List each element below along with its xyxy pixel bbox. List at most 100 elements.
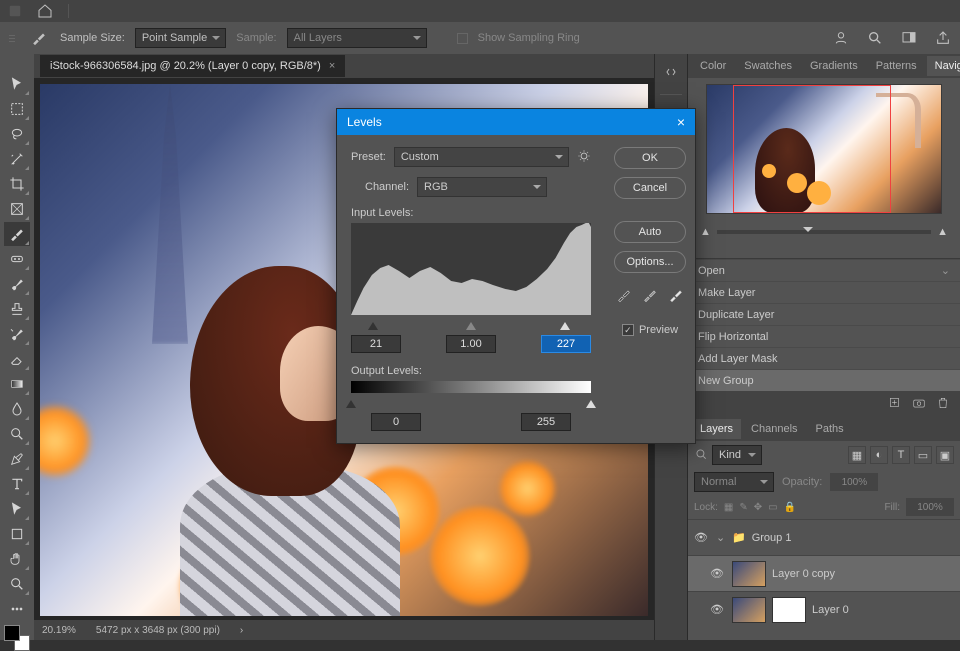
tab-patterns[interactable]: Patterns xyxy=(868,56,925,76)
mask-thumbnail[interactable] xyxy=(772,597,806,623)
lock-pos-icon[interactable]: ✥ xyxy=(754,502,762,513)
ok-button[interactable]: OK xyxy=(614,147,686,169)
tab-channels[interactable]: Channels xyxy=(743,419,805,439)
eraser-tool[interactable] xyxy=(4,347,30,371)
close-tab-icon[interactable]: × xyxy=(329,60,335,72)
input-black-field[interactable] xyxy=(351,335,401,353)
visibility-icon[interactable]: 👁 xyxy=(710,567,726,580)
output-gradient[interactable] xyxy=(351,381,591,393)
visibility-icon[interactable]: 👁 xyxy=(710,603,726,616)
share-icon[interactable] xyxy=(932,27,954,49)
search-icon[interactable] xyxy=(864,27,886,49)
hand-tool[interactable] xyxy=(4,547,30,571)
new-snapshot-icon[interactable] xyxy=(912,396,926,413)
preview-checkbox[interactable]: ✓Preview xyxy=(622,324,678,336)
type-tool[interactable] xyxy=(4,472,30,496)
zoom-tool[interactable] xyxy=(4,572,30,596)
layer-thumbnail[interactable] xyxy=(732,597,766,623)
preset-menu-icon[interactable] xyxy=(577,149,591,166)
black-point-eyedropper-icon[interactable] xyxy=(616,287,632,306)
frame-tool[interactable] xyxy=(4,197,30,221)
home-icon[interactable] xyxy=(34,0,56,22)
crop-tool[interactable] xyxy=(4,172,30,196)
input-sliders[interactable] xyxy=(351,317,591,329)
blend-mode-dropdown[interactable]: Normal xyxy=(694,472,774,492)
history-step[interactable]: Duplicate Layer xyxy=(688,303,960,325)
zoom-in-icon[interactable]: ▲ xyxy=(937,226,948,238)
layer-row[interactable]: 👁 Layer 0 copy xyxy=(688,555,960,591)
foreground-background-swatch[interactable] xyxy=(4,625,30,651)
layer-name[interactable]: Layer 0 xyxy=(812,604,849,616)
filter-smart-icon[interactable]: ▣ xyxy=(936,446,954,464)
layer-row[interactable]: 👁 Layer 0 xyxy=(688,591,960,627)
fill-input[interactable] xyxy=(906,498,954,516)
layer-thumbnail[interactable] xyxy=(732,561,766,587)
close-icon[interactable]: × xyxy=(677,114,685,130)
zoom-readout[interactable]: 20.19% xyxy=(42,625,76,636)
opacity-input[interactable] xyxy=(830,473,878,491)
cloud-docs-icon[interactable] xyxy=(830,27,852,49)
layer-row-group[interactable]: 👁 ⌄ 📁 Group 1 xyxy=(688,519,960,555)
output-white-field[interactable] xyxy=(521,413,571,431)
preset-dropdown[interactable]: Custom xyxy=(394,147,569,167)
history-step[interactable]: New Group xyxy=(688,369,960,391)
history-brush-tool[interactable] xyxy=(4,322,30,346)
layer-name[interactable]: Group 1 xyxy=(752,532,792,544)
history-step[interactable]: Add Layer Mask xyxy=(688,347,960,369)
layer-name[interactable]: Layer 0 copy xyxy=(772,568,835,580)
filter-pixel-icon[interactable]: ▦ xyxy=(848,446,866,464)
input-gamma-field[interactable] xyxy=(446,335,496,353)
lock-trans-icon[interactable]: ▦ xyxy=(724,502,733,513)
delete-state-icon[interactable] xyxy=(936,396,950,413)
channel-dropdown[interactable]: RGB xyxy=(417,177,547,197)
document-tab[interactable]: iStock-966306584.jpg @ 20.2% (Layer 0 co… xyxy=(40,55,345,77)
marquee-tool[interactable] xyxy=(4,97,30,121)
path-select-tool[interactable] xyxy=(4,497,30,521)
lasso-tool[interactable] xyxy=(4,122,30,146)
visibility-icon[interactable]: 👁 xyxy=(694,531,710,544)
tab-layers[interactable]: Layers xyxy=(692,419,741,439)
stamp-tool[interactable] xyxy=(4,297,30,321)
output-black-field[interactable] xyxy=(371,413,421,431)
filter-adjust-icon[interactable]: ◐ xyxy=(870,446,888,464)
status-chevron-icon[interactable]: › xyxy=(240,625,243,636)
tab-paths[interactable]: Paths xyxy=(808,419,852,439)
zoom-out-icon[interactable]: ▲ xyxy=(700,226,711,238)
filter-shape-icon[interactable]: ▭ xyxy=(914,446,932,464)
output-sliders[interactable] xyxy=(351,395,591,407)
navigator-zoom-slider[interactable] xyxy=(717,230,931,234)
move-tool[interactable] xyxy=(4,72,30,96)
sample-size-dropdown[interactable]: Point Sample xyxy=(135,28,226,48)
history-step[interactable]: Open⌄ xyxy=(688,259,960,281)
workspace-icon[interactable] xyxy=(898,27,920,49)
lock-brush-icon[interactable]: ✎ xyxy=(739,502,747,513)
auto-button[interactable]: Auto xyxy=(614,221,686,243)
optbar-grip[interactable] xyxy=(6,32,18,45)
show-ring-checkbox[interactable] xyxy=(457,33,468,44)
wand-tool[interactable] xyxy=(4,147,30,171)
edit-toolbar[interactable] xyxy=(4,597,30,621)
tab-navigator[interactable]: Navigator xyxy=(927,56,960,76)
lock-artboard-icon[interactable]: ▭ xyxy=(768,502,777,513)
cancel-button[interactable]: Cancel xyxy=(614,177,686,199)
expand-panels-icon[interactable] xyxy=(659,60,683,84)
new-doc-from-state-icon[interactable] xyxy=(888,396,902,413)
dodge-tool[interactable] xyxy=(4,422,30,446)
shape-tool[interactable] xyxy=(4,522,30,546)
filter-type-icon[interactable]: T xyxy=(892,446,910,464)
gray-point-eyedropper-icon[interactable] xyxy=(642,287,658,306)
lock-all-icon[interactable]: 🔒 xyxy=(784,502,796,513)
history-step[interactable]: Flip Horizontal xyxy=(688,325,960,347)
sample-scope-dropdown[interactable]: All Layers xyxy=(287,28,427,48)
navigator-thumbnail[interactable] xyxy=(706,84,942,214)
blur-tool[interactable] xyxy=(4,397,30,421)
input-white-field[interactable] xyxy=(541,335,591,353)
tab-gradients[interactable]: Gradients xyxy=(802,56,866,76)
history-step[interactable]: Make Layer xyxy=(688,281,960,303)
eyedropper-tool[interactable] xyxy=(4,222,30,246)
chevron-down-icon[interactable]: ⌄ xyxy=(716,531,726,544)
white-point-eyedropper-icon[interactable] xyxy=(668,287,684,306)
tab-color[interactable]: Color xyxy=(692,56,734,76)
heal-tool[interactable] xyxy=(4,247,30,271)
tool-preset-icon[interactable] xyxy=(28,27,50,49)
